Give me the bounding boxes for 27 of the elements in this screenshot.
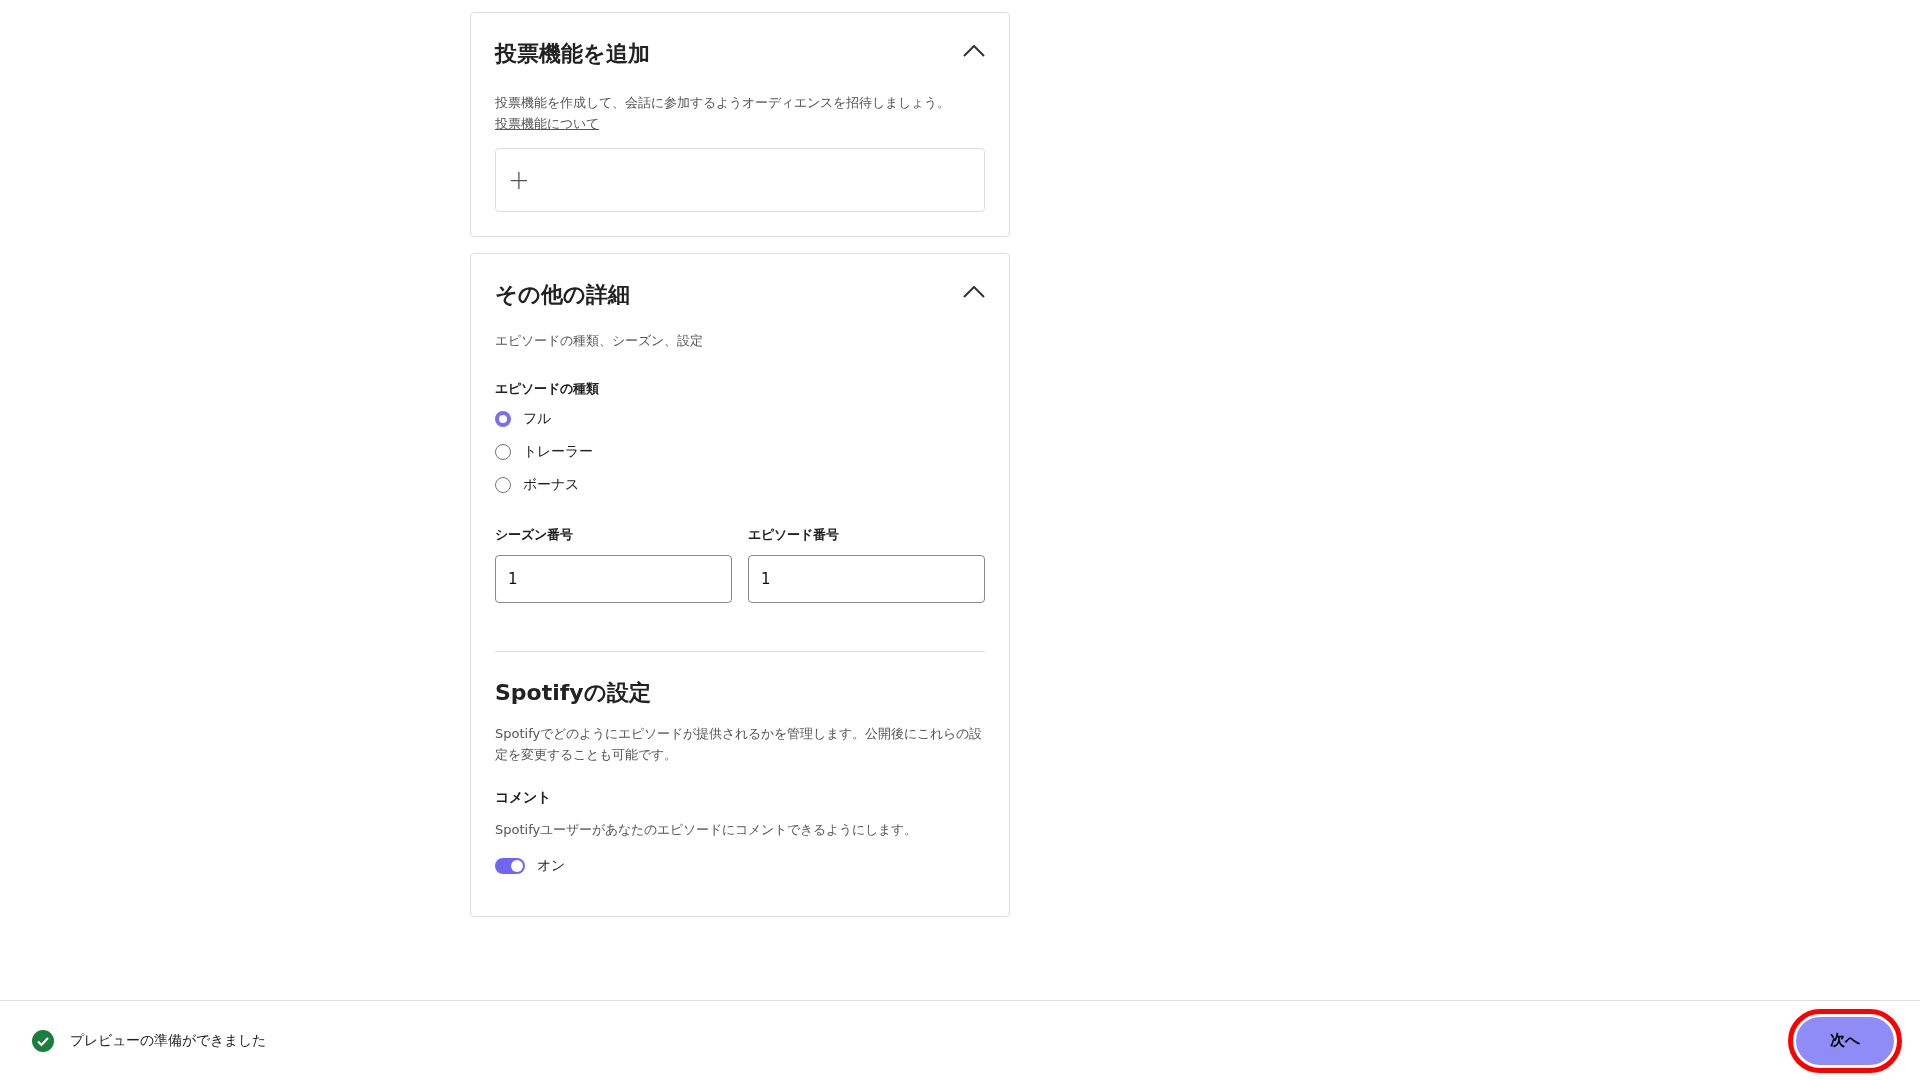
episode-type-label: エピソードの種類	[495, 379, 600, 398]
comments-description: Spotifyユーザーがあなたのエピソードにコメントできるようにします。	[495, 820, 919, 839]
field-label: シーズン番号	[495, 526, 574, 544]
comments-toggle[interactable]	[495, 857, 525, 874]
chevron-up-icon[interactable]	[963, 286, 985, 298]
radio-label[interactable]: ボーナス	[523, 474, 579, 495]
poll-info-link[interactable]: 投票機能について	[495, 113, 599, 134]
check-circle-icon	[32, 1029, 54, 1052]
spotify-settings-description: Spotifyでどのようにエピソードが提供されるかを管理します。公開後にこれらの設定を変更することも可能です。	[495, 724, 984, 764]
section-title: 投票機能を追加	[495, 40, 650, 68]
add-poll-button[interactable]: +	[495, 148, 985, 212]
status-message: プレビューの準備ができました	[70, 1031, 266, 1050]
comments-label: コメント	[495, 787, 552, 807]
radio-label[interactable]: フル	[523, 408, 551, 429]
radio-button[interactable]	[495, 476, 511, 493]
section-description: 投票機能を作成して、会話に参加するようオーディエンスを招待しましょう。	[495, 94, 951, 112]
field-label: エピソード番号	[748, 526, 840, 544]
toggle-state-label: オン	[537, 856, 565, 875]
radio-button[interactable]	[495, 443, 511, 460]
section-subtitle: エピソードの種類、シーズン、設定	[495, 332, 704, 350]
section-title: その他の詳細	[495, 281, 630, 309]
chevron-up-icon[interactable]	[963, 45, 985, 57]
spotify-settings-title: Spotifyの設定	[495, 678, 652, 707]
number-input[interactable]: 1	[495, 554, 732, 603]
radio-label[interactable]: トレーラー	[523, 441, 593, 462]
radio-button[interactable]	[495, 410, 511, 427]
number-input[interactable]: 1	[748, 554, 985, 603]
